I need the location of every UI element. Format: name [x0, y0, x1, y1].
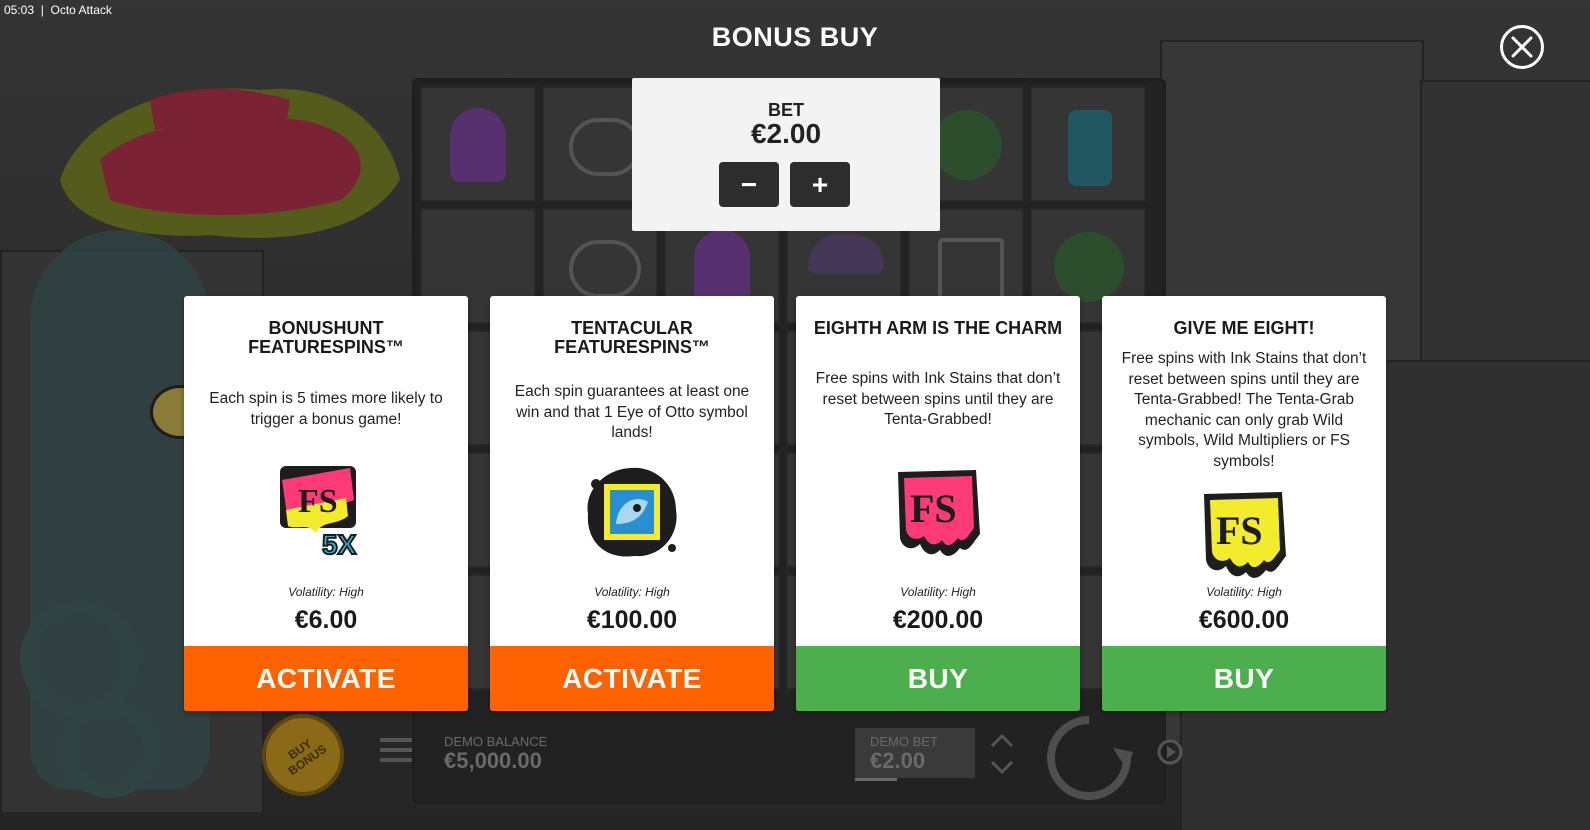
card-description: Free spins with Ink Stains that don’t re…: [1121, 350, 1367, 470]
bonus-card-tentacular: TENTACULAR FEATURESPINS™ Each spin guara…: [490, 296, 774, 711]
volatility-label: Volatility: High: [900, 585, 976, 599]
chevron-up-icon[interactable]: [990, 732, 1014, 748]
bet-decrease-button[interactable]: −: [719, 162, 779, 207]
volatility-label: Volatility: High: [594, 585, 670, 599]
eye-of-otto-icon: [587, 467, 677, 557]
page-title: BONUS BUY: [711, 22, 879, 52]
demo-bet-label: DEMO BET: [870, 734, 938, 749]
bonus-card-eighth-arm: EIGHTH ARM IS THE CHARM Free spins with …: [796, 296, 1080, 711]
svg-text:FS: FS: [1216, 508, 1263, 553]
card-price: €600.00: [1198, 606, 1290, 634]
status-bar: 05:03 | Octo Attack: [4, 3, 112, 17]
fs-pink-icon: FS: [898, 470, 980, 556]
volatility-label: Volatility: High: [1206, 585, 1282, 599]
minus-icon: −: [740, 169, 758, 200]
demo-bet-underline: [855, 778, 897, 781]
buy-button[interactable]: BUY: [1102, 646, 1386, 711]
card-description: Each spin guarantees at least one win an…: [514, 383, 750, 441]
buy-button[interactable]: BUY: [796, 646, 1080, 711]
chevron-down-icon[interactable]: [990, 760, 1014, 776]
fs-5x-icon: FS 5X: [280, 466, 358, 560]
status-separator: |: [37, 3, 48, 17]
clock: 05:03: [4, 3, 35, 17]
card-title: GIVE ME EIGHT!: [1173, 318, 1315, 338]
card-title: BONUSHUNT FEATURESPINS™: [248, 318, 404, 357]
bet-value: €2.00: [750, 118, 822, 149]
bonus-card-bonushunt: BONUSHUNT FEATURESPINS™ Each spin is 5 t…: [184, 296, 468, 711]
card-price: €6.00: [294, 606, 358, 634]
card-price: €100.00: [586, 606, 678, 634]
svg-text:FS: FS: [298, 483, 338, 520]
menu-icon[interactable]: [380, 738, 412, 764]
bet-increase-button[interactable]: +: [790, 162, 850, 207]
fs-yellow-icon: FS: [1204, 492, 1286, 578]
card-price: €200.00: [892, 606, 984, 634]
bonus-card-give-me-eight: GIVE ME EIGHT! Free spins with Ink Stain…: [1102, 296, 1386, 711]
app-title: Octo Attack: [50, 3, 112, 17]
card-title: EIGHTH ARM IS THE CHARM: [813, 318, 1063, 338]
demo-bet-value: €2.00: [870, 748, 926, 773]
svg-text:FS: FS: [910, 486, 957, 531]
spin-button[interactable]: [1043, 712, 1135, 804]
activate-button[interactable]: ACTIVATE: [184, 646, 468, 711]
card-description: Free spins with Ink Stains that don’t re…: [815, 370, 1061, 428]
demo-balance-label: DEMO BALANCE: [444, 734, 548, 749]
card-description: Each spin is 5 times more likely to trig…: [209, 390, 443, 428]
autoplay-icon[interactable]: [1155, 737, 1185, 767]
card-title: TENTACULAR FEATURESPINS™: [554, 318, 710, 357]
demo-balance-value: €5,000.00: [444, 748, 542, 773]
activate-button[interactable]: ACTIVATE: [490, 646, 774, 711]
buy-bonus-button[interactable]: BUY BONUS: [262, 714, 344, 796]
buy-bonus-label: BUY BONUS: [285, 736, 330, 779]
plus-icon: +: [811, 169, 829, 200]
close-icon: [1511, 36, 1533, 58]
volatility-label: Volatility: High: [288, 585, 364, 599]
close-button[interactable]: [1500, 25, 1544, 69]
bet-panel: BET €2.00 − +: [632, 78, 940, 231]
svg-text:5X: 5X: [322, 529, 357, 560]
